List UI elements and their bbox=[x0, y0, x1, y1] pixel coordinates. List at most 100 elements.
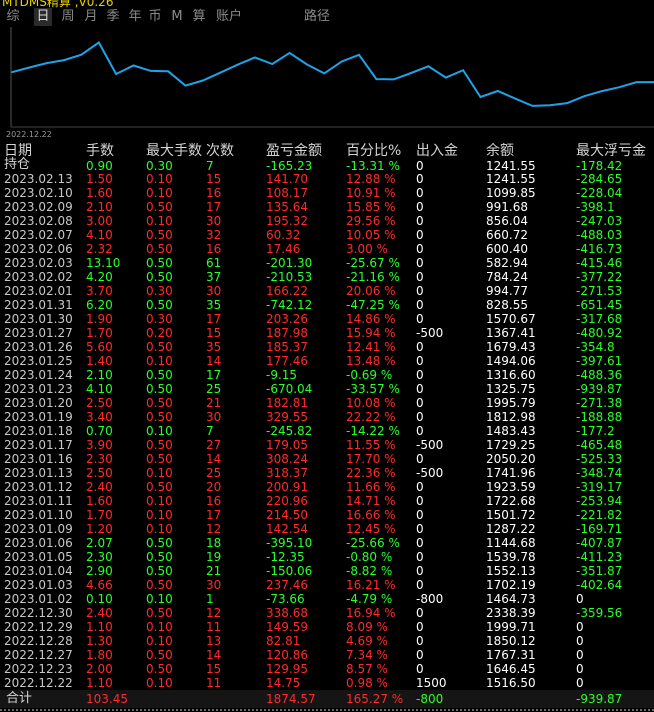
table-row[interactable]: 2023.01.02 0.10 0.10 1 -73.66 -4.79 % -800 1464… bbox=[0, 592, 654, 606]
cell-max_lots: 0.30 bbox=[146, 159, 173, 173]
tab-7[interactable]: M bbox=[168, 8, 186, 26]
cell-date: 2023.01.10 bbox=[4, 508, 73, 522]
cell-lots: 1.10 bbox=[86, 620, 113, 634]
total-label: 合计 bbox=[6, 691, 33, 706]
table-row[interactable]: 2023.02.01 3.70 0.30 30 166.22 20.06 % 0 994.77… bbox=[0, 284, 654, 298]
cell-pct: 13.48 % bbox=[346, 354, 396, 368]
column-header-7: 余额 bbox=[486, 143, 514, 159]
cell-lots: 2.50 bbox=[86, 466, 113, 480]
cell-pnl: -73.66 bbox=[266, 592, 305, 606]
table-row[interactable]: 2023.01.13 2.50 0.10 25 318.37 22.36 % -500 174… bbox=[0, 466, 654, 480]
balance-point bbox=[462, 69, 464, 71]
total-max_float: -939.87 bbox=[576, 692, 623, 706]
cell-pct: 10.05 % bbox=[346, 228, 396, 242]
table-row[interactable]: 2023.02.06 2.32 0.50 16 17.46 3.00 % 0 600.40 -4… bbox=[0, 242, 654, 256]
table-row[interactable]: 2023.01.09 1.20 0.10 12 142.54 12.45 % 0 1287.2… bbox=[0, 522, 654, 536]
cell-count: 25 bbox=[206, 382, 222, 396]
table-row[interactable]: 2023.02.07 4.10 0.50 32 60.32 10.05 % 0 660.72 -… bbox=[0, 228, 654, 242]
cell-max_float: -398.1 bbox=[576, 200, 615, 214]
tab-10[interactable]: 路径 bbox=[302, 8, 332, 26]
cell-pnl: 214.50 bbox=[266, 508, 308, 522]
table-row[interactable]: 2023.01.03 4.66 0.50 30 237.46 16.21 % 0 1702.1… bbox=[0, 578, 654, 592]
cell-balance: 1241.55 bbox=[486, 172, 536, 186]
cell-pnl: 120.86 bbox=[266, 648, 308, 662]
cell-lots: 0.90 bbox=[86, 159, 113, 173]
balance-point bbox=[392, 78, 395, 81]
cell-pnl: 17.46 bbox=[266, 242, 301, 256]
cell-count: 17 bbox=[206, 200, 222, 214]
table-row[interactable]: 2022.12.27 1.80 0.50 14 120.86 7.34 % 0 1767.31… bbox=[0, 648, 654, 662]
cell-date: 2022.12.22 bbox=[4, 676, 73, 690]
tab-2[interactable]: 周 bbox=[58, 8, 78, 26]
tab-8[interactable]: 算 bbox=[190, 8, 208, 26]
table-row[interactable]: 2022.12.23 2.00 0.50 15 129.95 8.57 % 0 1646.45… bbox=[0, 662, 654, 676]
table-row[interactable]: 2022.12.30 2.40 0.50 12 338.68 16.94 % 0 2338.3… bbox=[0, 606, 654, 620]
table-row[interactable]: 2023.01.17 3.90 0.50 27 179.05 11.55 % -500 172… bbox=[0, 438, 654, 452]
cell-balance: 1570.67 bbox=[486, 312, 536, 326]
table-row[interactable]: 2023.01.12 2.40 0.50 20 200.91 11.66 % 0 1923.5… bbox=[0, 480, 654, 494]
table-row[interactable]: 2023.01.27 1.70 0.20 15 187.98 15.94 % -500 136… bbox=[0, 326, 654, 340]
cell-pct: 11.55 % bbox=[346, 438, 396, 452]
cell-pct: 22.22 % bbox=[346, 410, 396, 424]
cell-balance: 2338.39 bbox=[486, 606, 536, 620]
table-row[interactable]: 2023.02.10 1.60 0.10 16 108.17 10.91 % 0 1099.8… bbox=[0, 186, 654, 200]
table-row[interactable]: 2023.01.16 2.30 0.50 14 308.24 17.70 % 0 2050.2… bbox=[0, 452, 654, 466]
tab-0[interactable]: 综 bbox=[2, 8, 24, 26]
table-row[interactable]: 2023.01.20 2.50 0.50 21 182.81 10.08 % 0 1995.7… bbox=[0, 396, 654, 410]
tab-9[interactable]: 账户 bbox=[212, 8, 246, 26]
table-row[interactable]: 2023.01.26 5.60 0.50 35 185.37 12.41 % 0 1679.4… bbox=[0, 340, 654, 354]
cell-max_float: -480.92 bbox=[576, 326, 623, 340]
cell-pct: 16.21 % bbox=[346, 578, 396, 592]
cell-count: 18 bbox=[206, 536, 222, 550]
table-row[interactable]: 2023.01.04 2.90 0.50 21 -150.06 -8.82 % 0 1552.… bbox=[0, 564, 654, 578]
table-row[interactable]: 2023.02.13 1.50 0.10 15 141.70 12.88 % 0 1241.5… bbox=[0, 172, 654, 186]
cell-balance: 1812.98 bbox=[486, 410, 536, 424]
cell-date: 2023.02.01 bbox=[4, 284, 73, 298]
table-row[interactable]: 2023.01.25 1.40 0.10 14 177.46 13.48 % 0 1494.0… bbox=[0, 354, 654, 368]
table-row[interactable]: 2023.01.30 1.90 0.30 17 203.26 14.86 % 0 1570.6… bbox=[0, 312, 654, 326]
table-row[interactable]: 2022.12.29 1.10 0.10 11 149.59 8.09 % 0 1999.71… bbox=[0, 620, 654, 634]
table-row[interactable]: 2023.01.19 3.40 0.50 30 329.55 22.22 % 0 1812.9… bbox=[0, 410, 654, 424]
tab-6[interactable]: 币 bbox=[146, 8, 164, 26]
cell-lots: 2.50 bbox=[86, 396, 113, 410]
cell-date: 2022.12.29 bbox=[4, 620, 73, 634]
cell-lots: 0.10 bbox=[86, 592, 113, 606]
table-row[interactable]: 2023.01.24 2.10 0.50 17 -9.15 -0.69 % 0 1316.60… bbox=[0, 368, 654, 382]
cell-balance: 660.72 bbox=[486, 228, 528, 242]
cell-count: 35 bbox=[206, 298, 222, 312]
cell-pct: 29.56 % bbox=[346, 214, 396, 228]
table-row[interactable]: 2023.01.10 1.70 0.10 17 214.50 16.66 % 0 1501.7… bbox=[0, 508, 654, 522]
table-row[interactable]: 2023.02.08 3.00 0.10 30 195.32 29.56 % 0 856.04… bbox=[0, 214, 654, 228]
table-row[interactable]: 2023.01.18 0.70 0.10 7 -245.82 -14.22 % 0 1483.… bbox=[0, 424, 654, 438]
table-row[interactable]: 2023.01.23 4.10 0.50 25 -670.04 -33.57 % 0 1325… bbox=[0, 382, 654, 396]
table-row[interactable]: 2022.12.28 1.30 0.10 13 82.81 4.69 % 0 1850.12 0 bbox=[0, 634, 654, 648]
cell-pct: 12.45 % bbox=[346, 522, 396, 536]
cell-inout: 0 bbox=[416, 508, 424, 522]
cell-date: 2022.12.30 bbox=[4, 606, 73, 620]
table-row[interactable]: 2023.01.05 2.30 0.50 19 -12.35 -0.80 % 0 1539.7… bbox=[0, 550, 654, 564]
tab-4[interactable]: 季 bbox=[104, 8, 122, 26]
tab-3[interactable]: 月 bbox=[82, 8, 100, 26]
cell-count: 14 bbox=[206, 648, 222, 662]
cell-lots: 3.70 bbox=[86, 284, 113, 298]
table-row[interactable]: 2023.02.02 4.20 0.50 37 -210.53 -21.16 % 0 784.… bbox=[0, 270, 654, 284]
cell-lots: 2.30 bbox=[86, 452, 113, 466]
cell-max_lots: 0.10 bbox=[146, 620, 173, 634]
cell-balance: 1702.19 bbox=[486, 578, 536, 592]
table-row[interactable]: 2023.02.03 13.10 0.50 61 -201.30 -25.67 % 0 582… bbox=[0, 256, 654, 270]
cell-pnl: -395.10 bbox=[266, 536, 313, 550]
table-row[interactable]: 2022.12.22 1.10 0.10 11 14.75 0.98 % 1500 1516.… bbox=[0, 676, 654, 690]
cell-balance: 1483.43 bbox=[486, 424, 536, 438]
table-row[interactable]: 2023.01.11 1.60 0.10 16 220.96 14.71 % 0 1722.6… bbox=[0, 494, 654, 508]
tab-5[interactable]: 年 bbox=[126, 8, 144, 26]
balance-point bbox=[254, 56, 256, 59]
cell-pct: -8.82 % bbox=[346, 564, 393, 578]
cell-max_lots: 0.50 bbox=[146, 536, 173, 550]
cell-max_lots: 0.20 bbox=[146, 326, 173, 340]
tab-1[interactable]: 日 bbox=[34, 8, 52, 26]
table-row[interactable]: 2023.01.31 6.20 0.50 35 -742.12 -47.25 % 0 828.… bbox=[0, 298, 654, 312]
cell-date: 2022.12.23 bbox=[4, 662, 73, 676]
table-row[interactable]: 2023.01.06 2.07 0.50 18 -395.10 -25.66 % 0 1144… bbox=[0, 536, 654, 550]
table-row[interactable]: 2023.02.09 2.10 0.50 17 135.64 15.85 % 0 991.68… bbox=[0, 200, 654, 214]
cell-inout: 0 bbox=[416, 284, 424, 298]
